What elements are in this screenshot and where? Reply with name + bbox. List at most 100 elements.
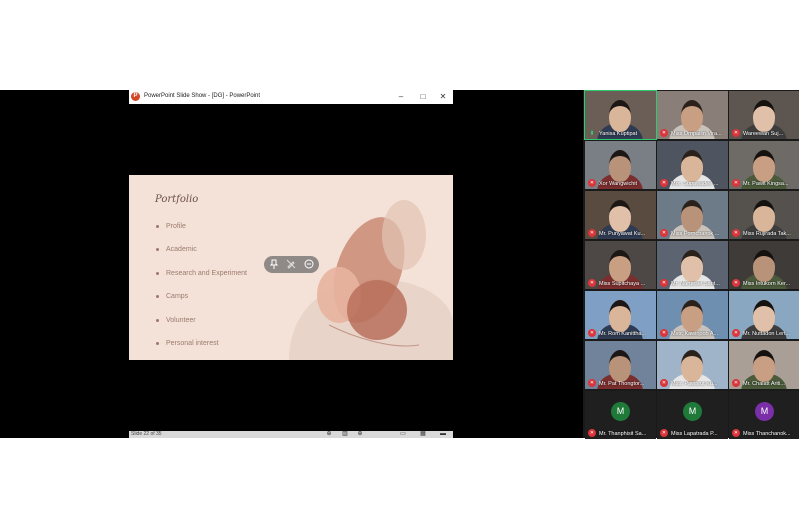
minimize-button[interactable]: – [391, 91, 411, 103]
bullet-item: Personal interest [156, 340, 219, 347]
window-titlebar[interactable]: P PowerPoint Slide Show - [DG] - PowerPo… [129, 90, 453, 104]
slide-title: Portfolio [155, 194, 199, 205]
participant-tile[interactable]: ✕ Mr. Rom Kanittha... [585, 291, 656, 339]
bullet-item: Camps [156, 293, 188, 300]
grid-view-icon[interactable]: ▥ [341, 431, 349, 438]
participant-tile[interactable]: M ✕ Miss Lapatrada P... [657, 391, 728, 439]
mic-muted-icon: ✕ [588, 179, 596, 187]
black-margin-right [453, 90, 583, 438]
next-icon[interactable]: ⊕ [356, 431, 364, 438]
participant-name: Miss Intukorn Ker... [743, 281, 791, 287]
participant-tile[interactable]: ✕ Mr. Punyawat Ku... [585, 191, 656, 239]
participant-name: Mrs. Supawadee ... [671, 181, 719, 187]
mic-muted-icon: ✕ [660, 229, 668, 237]
video-face [681, 100, 703, 132]
participant-tile[interactable]: ✕ Mstr. Kawinpob A... [657, 291, 728, 339]
participant-tile[interactable]: ✕ Mr. Chalatt Ariti... [729, 341, 799, 389]
video-face [753, 350, 775, 382]
participant-tile[interactable]: ✕ Miss Intukorn Ker... [729, 241, 799, 289]
mic-muted-icon: ✕ [732, 329, 740, 337]
video-face [609, 250, 631, 282]
participant-name: Yanisa Kuptipat [599, 131, 638, 137]
maximize-button[interactable]: □ [413, 91, 433, 103]
bullet-item: Research and Experiment [156, 270, 247, 277]
participant-tile[interactable]: ✕ Mr. Pawit Kingsa... [729, 141, 799, 189]
participant-name: Miss Supitchaya ... [599, 281, 646, 287]
slide-counter: Slide 22 of 35 [131, 431, 162, 437]
mic-muted-icon: ✕ [588, 229, 596, 237]
participant-tile[interactable]: ✕ Mr. Nuttadon Lert... [729, 291, 799, 339]
video-face [609, 150, 631, 182]
participant-tile[interactable]: M ✕ Miss Thanchanok... [729, 391, 799, 439]
participant-name: Miss Rujirada Tak... [743, 231, 791, 237]
slideshow-view-icon[interactable]: ▬ [439, 431, 447, 438]
video-face [753, 300, 775, 332]
participant-tile[interactable]: ✕ Mr. Narueset Sant... [657, 241, 728, 289]
participant-tile[interactable]: ✕ Wareewan Suj... [729, 91, 799, 139]
previous-icon[interactable]: ⊕ [325, 431, 333, 438]
pen-off-icon[interactable] [285, 258, 297, 270]
mic-muted-icon: ✕ [588, 429, 596, 437]
mic-muted-icon: ✕ [732, 429, 740, 437]
bullet-item: Academic [156, 246, 197, 253]
mic-muted-icon: ✕ [732, 179, 740, 187]
video-face [753, 150, 775, 182]
participant-name: Miss Thanchanok... [743, 431, 791, 437]
mic-muted-icon: ✕ [660, 179, 668, 187]
participant-name: Mr. Nuttadon Lert... [743, 331, 791, 337]
participant-name: Miss Ornpailin Vira... [671, 131, 722, 137]
video-face [753, 250, 775, 282]
video-face [609, 200, 631, 232]
video-face [753, 100, 775, 132]
participant-name: Mr. Chalatt Ariti... [743, 381, 785, 387]
participant-tile[interactable]: ✕ Miss Pornchanok ... [657, 191, 728, 239]
participant-name: Mr. Pawit Kingsa... [743, 181, 789, 187]
participant-name: Mr. Pat Thongtor... [599, 381, 645, 387]
participant-name: Mr. Thanphisit Sa... [599, 431, 647, 437]
participant-tile[interactable]: ✕ Mrs. Supawadee ... [657, 141, 728, 189]
video-face [681, 200, 703, 232]
participant-tile[interactable]: ✕ Mr. Pat Thongtor... [585, 341, 656, 389]
participant-name: Miss Lapatrada P... [671, 431, 718, 437]
minus-circle-icon[interactable] [303, 258, 315, 270]
black-margin-left [0, 90, 129, 438]
avatar: M [683, 402, 702, 421]
pin-icon[interactable] [268, 258, 280, 270]
mic-muted-icon: ✕ [732, 279, 740, 287]
status-bar: Slide 22 of 35 ⊕ ▥ ⊕ ▭ ▦ ▬ [129, 431, 453, 438]
powerpoint-window[interactable]: P PowerPoint Slide Show - [DG] - PowerPo… [129, 90, 453, 438]
close-button[interactable]: ✕ [433, 91, 453, 103]
slideshow-pen-toolbar[interactable] [264, 256, 319, 273]
participant-name: Miss Pornchanok ... [671, 231, 720, 237]
powerpoint-logo-icon: P [131, 92, 140, 101]
window-title: PowerPoint Slide Show - [DG] - PowerPoin… [144, 93, 261, 99]
slide-sorter-icon[interactable]: ▦ [419, 431, 427, 438]
mic-muted-icon: ✕ [732, 229, 740, 237]
bullet-item: Profile [156, 223, 186, 230]
mic-muted-icon: ✕ [660, 329, 668, 337]
normal-view-icon[interactable]: ▭ [399, 431, 407, 438]
zoom-gallery-view: ▮ Yanisa Kuptipat ✕ Miss Ornpailin Vira... ✕… [583, 90, 799, 439]
participant-name: Mr. Rom Kanittha... [599, 331, 647, 337]
participant-name: Wareewan Suj... [743, 131, 784, 137]
video-face [681, 250, 703, 282]
participant-tile[interactable]: ✕ Miss Rujirada Tak... [729, 191, 799, 239]
mic-active-icon: ▮ [590, 130, 594, 136]
participant-tile[interactable]: M ✕ Mr. Thanphisit Sa... [585, 391, 656, 439]
mic-muted-icon: ✕ [732, 379, 740, 387]
slide-canvas[interactable]: Portfolio Profile Academic Research and … [129, 175, 453, 360]
mic-muted-icon: ✕ [588, 279, 596, 287]
participant-tile[interactable]: ✕ Mstr. Pawarut Ku... [657, 341, 728, 389]
video-face [753, 200, 775, 232]
video-face [681, 300, 703, 332]
participant-tile[interactable]: ▮ Yanisa Kuptipat [584, 90, 657, 140]
participant-tile[interactable]: ✕ Xor Wangwichit [585, 141, 656, 189]
participant-name: Xor Wangwichit [599, 181, 638, 187]
mic-muted-icon: ✕ [588, 379, 596, 387]
avatar: M [611, 402, 630, 421]
video-face [681, 150, 703, 182]
video-face [609, 300, 631, 332]
avatar: M [755, 402, 774, 421]
participant-tile[interactable]: ✕ Miss Ornpailin Vira... [657, 91, 728, 139]
participant-tile[interactable]: ✕ Miss Supitchaya ... [585, 241, 656, 289]
